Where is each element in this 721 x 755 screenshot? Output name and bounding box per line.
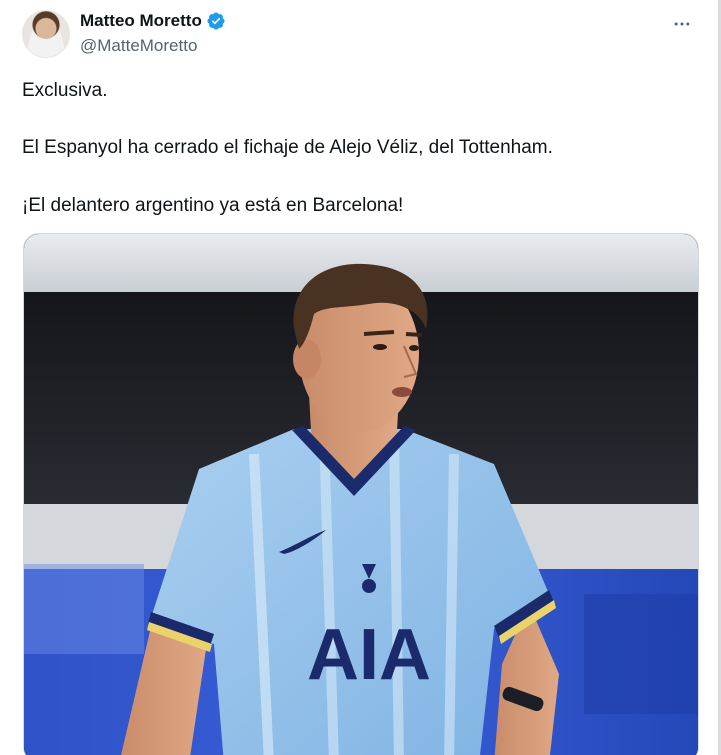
player-photo-illustration: AIA bbox=[24, 234, 698, 755]
more-options-button[interactable] bbox=[668, 12, 696, 36]
author-name-row[interactable]: Matteo Moretto bbox=[80, 11, 226, 31]
tweet-text-line: ¡El delantero argentino ya está en Barce… bbox=[22, 195, 404, 216]
tweet-header: Matteo Moretto @MatteMoretto bbox=[22, 10, 702, 60]
shirt-sponsor-text: AIA bbox=[307, 615, 431, 695]
tweet-text-line: El Espanyol ha cerrado el fichaje de Ale… bbox=[22, 137, 553, 158]
tweet-text-line: Exclusiva. bbox=[22, 80, 108, 101]
verified-badge-icon bbox=[206, 11, 226, 31]
author-display-name[interactable]: Matteo Moretto bbox=[80, 11, 202, 31]
tweet-photo[interactable]: AIA bbox=[23, 233, 699, 755]
author-handle[interactable]: @MatteMoretto bbox=[80, 36, 197, 56]
tweet-card[interactable]: Matteo Moretto @MatteMoretto Exclusiva. … bbox=[0, 0, 721, 755]
more-horizontal-icon bbox=[674, 22, 690, 26]
author-avatar[interactable] bbox=[22, 10, 70, 58]
